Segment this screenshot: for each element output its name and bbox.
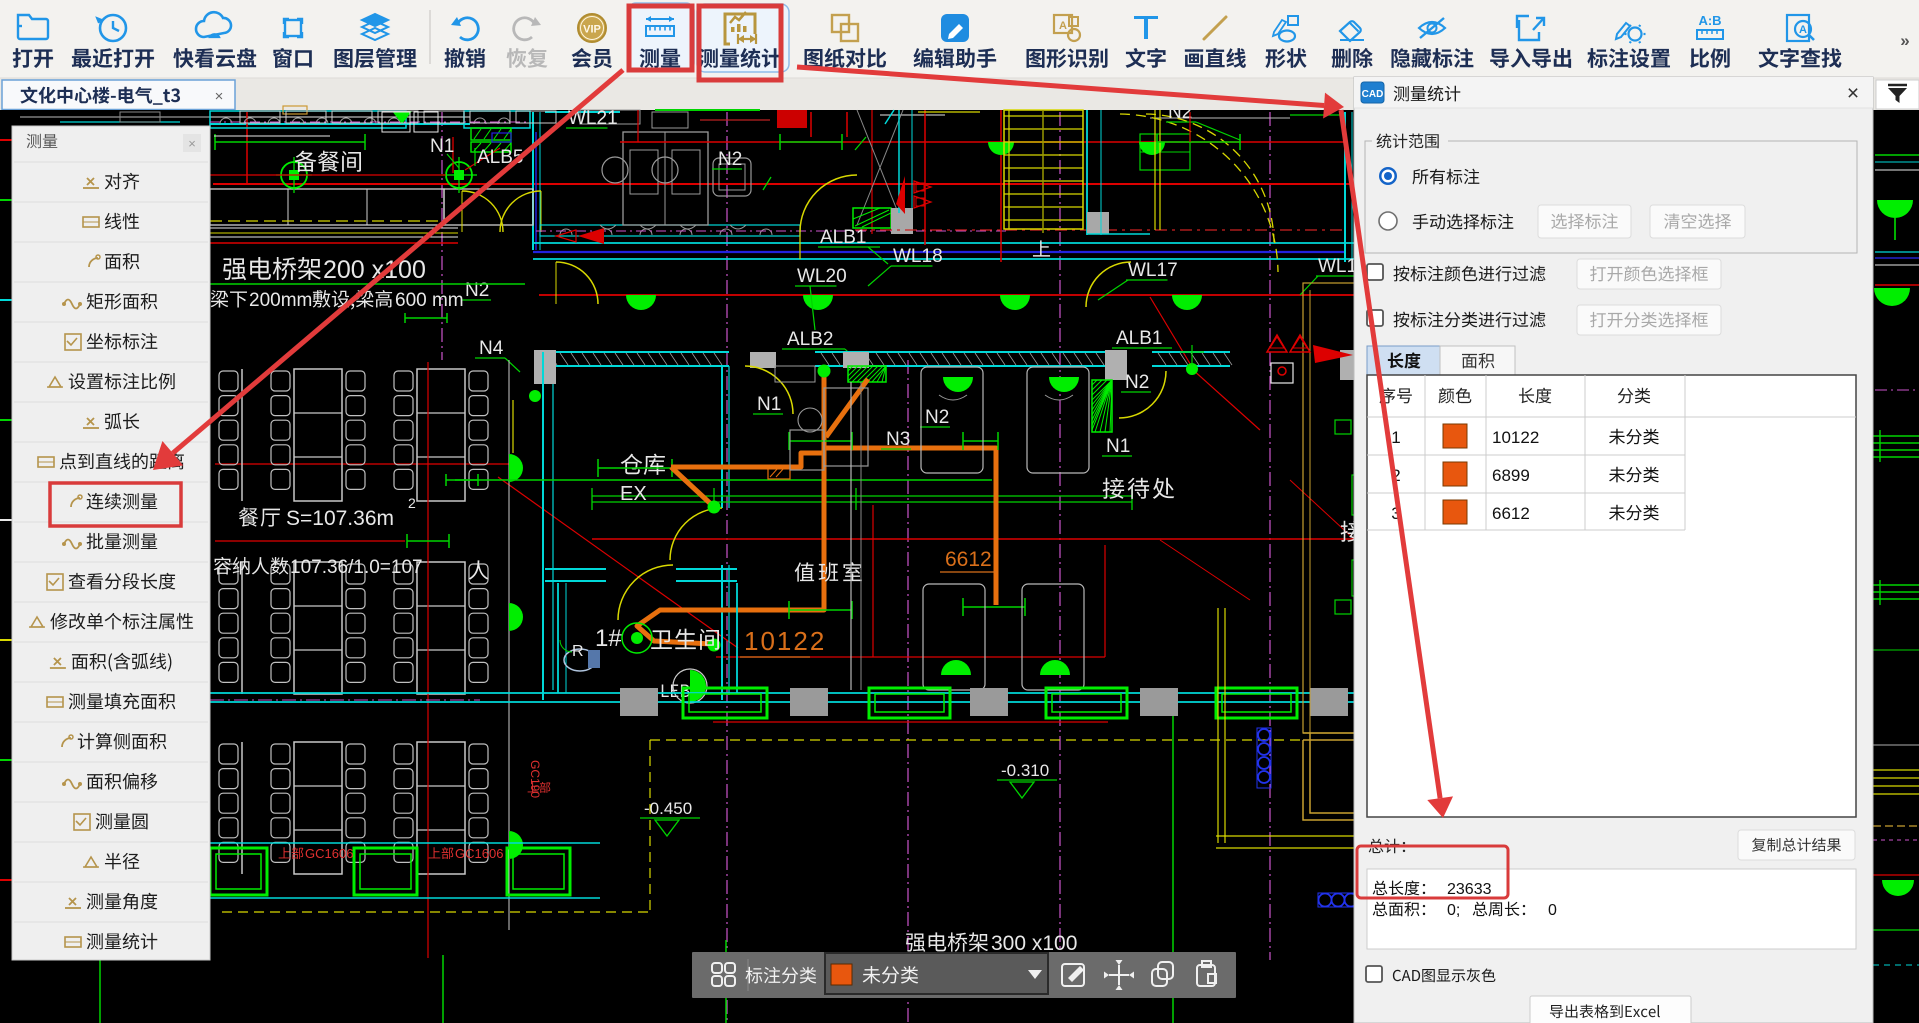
svg-text:×: × bbox=[188, 136, 196, 151]
svg-text:N2: N2 bbox=[925, 407, 949, 428]
svg-text:S=107.36m: S=107.36m bbox=[286, 507, 394, 530]
svg-text:107.36/1.0=107: 107.36/1.0=107 bbox=[290, 557, 423, 578]
svg-text:6612: 6612 bbox=[1492, 504, 1530, 523]
svg-text:WL17: WL17 bbox=[1128, 260, 1178, 281]
svg-text:A: A bbox=[1059, 20, 1067, 32]
svg-text:0: 0 bbox=[1548, 902, 1557, 919]
svg-text:10122: 10122 bbox=[744, 626, 826, 656]
svg-text:10122: 10122 bbox=[1492, 428, 1539, 447]
svg-text:ALB1: ALB1 bbox=[820, 227, 866, 248]
svg-text:1: 1 bbox=[1391, 428, 1400, 447]
svg-text:N1: N1 bbox=[1106, 436, 1130, 457]
svg-text:R: R bbox=[572, 643, 584, 660]
svg-text:CAD: CAD bbox=[1362, 89, 1384, 100]
svg-text:-0.450: -0.450 bbox=[644, 799, 692, 818]
svg-text:WL18: WL18 bbox=[893, 246, 943, 267]
svg-text:ALB1: ALB1 bbox=[1116, 328, 1162, 349]
svg-text:EX: EX bbox=[620, 483, 647, 505]
svg-text:GC1606: GC1606 bbox=[455, 846, 503, 861]
svg-text:-0.310: -0.310 bbox=[1001, 761, 1049, 780]
svg-text:600 mm: 600 mm bbox=[395, 290, 464, 311]
svg-text:»: » bbox=[1900, 31, 1909, 50]
svg-text:0;: 0; bbox=[1447, 902, 1460, 919]
svg-text:VIP: VIP bbox=[583, 24, 601, 36]
svg-text:1#: 1# bbox=[595, 625, 622, 652]
svg-text:N2: N2 bbox=[465, 280, 489, 301]
svg-text:N4: N4 bbox=[479, 338, 504, 359]
svg-text:N2: N2 bbox=[718, 149, 742, 170]
svg-text:×: × bbox=[215, 88, 224, 105]
svg-text:2: 2 bbox=[408, 495, 416, 511]
svg-text:N3: N3 bbox=[886, 429, 910, 450]
svg-text:N2: N2 bbox=[1125, 372, 1149, 393]
svg-text:N2: N2 bbox=[1168, 102, 1192, 123]
svg-text:200mm: 200mm bbox=[249, 290, 312, 311]
svg-text:6899: 6899 bbox=[1492, 466, 1530, 485]
svg-text:6612: 6612 bbox=[945, 548, 992, 571]
svg-text:300 x100: 300 x100 bbox=[991, 932, 1077, 955]
svg-text:A:B: A:B bbox=[1698, 13, 1721, 28]
svg-text:N1: N1 bbox=[430, 136, 454, 157]
svg-text:×: × bbox=[1847, 82, 1859, 105]
svg-text:GC1606: GC1606 bbox=[305, 846, 353, 861]
svg-text:N1: N1 bbox=[757, 394, 781, 415]
svg-text:WL20: WL20 bbox=[797, 266, 847, 287]
svg-text:GC190: GC190 bbox=[528, 760, 542, 798]
svg-text:23633: 23633 bbox=[1447, 881, 1492, 898]
svg-text:ALB2: ALB2 bbox=[787, 329, 833, 350]
svg-text:A: A bbox=[1799, 24, 1807, 36]
